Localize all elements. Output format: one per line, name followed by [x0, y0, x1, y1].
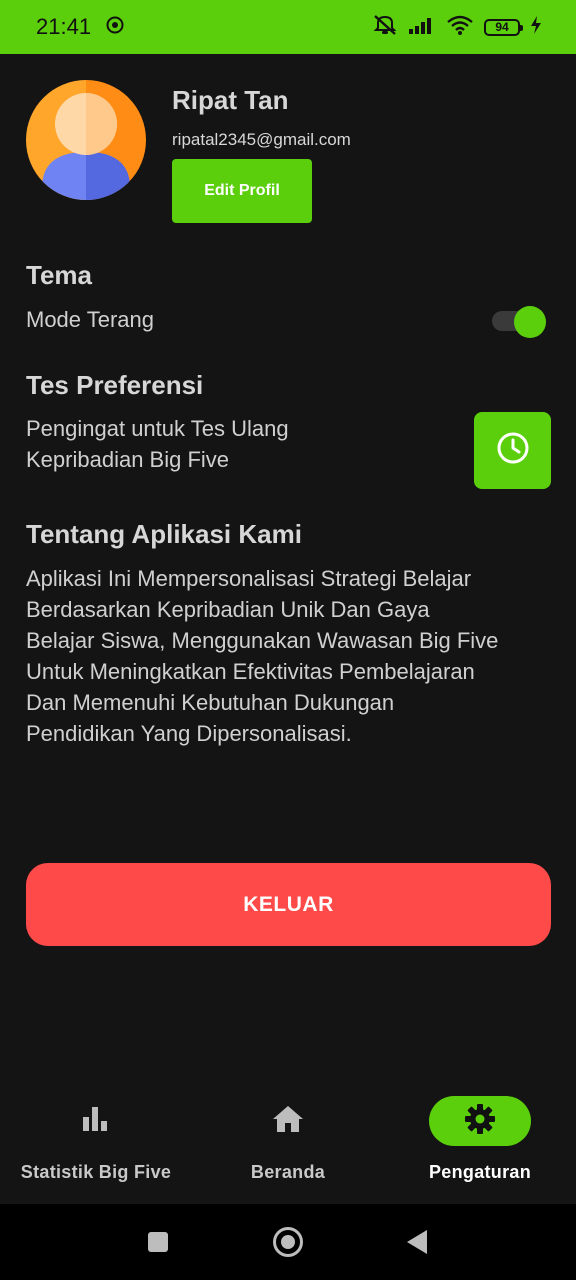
edit-profile-button[interactable]: Edit Profil: [172, 159, 312, 223]
nav-item-beranda[interactable]: Beranda: [192, 1078, 384, 1204]
clock-icon: [496, 431, 530, 470]
mute-icon: [372, 14, 398, 41]
about-title: Tentang Aplikasi Kami: [26, 519, 302, 549]
profile-name: Ripat Tan: [172, 85, 289, 115]
reminder-line-1: Pengingat untuk Tes Ulang: [26, 416, 289, 441]
reminder-text: Pengingat untuk Tes Ulang Kepribadian Bi…: [26, 413, 289, 475]
toggle-thumb: [514, 306, 546, 338]
nav-item-statistik[interactable]: Statistik Big Five: [0, 1078, 192, 1204]
nav-icon-wrap: [237, 1096, 339, 1146]
system-navigation-bar: [0, 1204, 576, 1280]
about-line: Aplikasi Ini Mempersonalisasi Strategi B…: [26, 566, 472, 591]
home-icon: [272, 1105, 304, 1138]
recent-apps-button[interactable]: [147, 1231, 169, 1258]
nav-icon-wrap: [45, 1096, 147, 1146]
nav-icon-wrap-active: [429, 1096, 531, 1146]
charging-icon: [530, 15, 542, 39]
nav-label-beranda: Beranda: [250, 1162, 326, 1182]
reminder-line-2: Kepribadian Big Five: [26, 447, 230, 472]
status-time: 21:41: [36, 14, 92, 39]
about-line: Untuk Meningkatkan Efektivitas Pembelaja…: [26, 659, 475, 684]
back-button[interactable]: [405, 1229, 429, 1260]
theme-title: Tema: [26, 260, 92, 290]
signal-icon: [408, 15, 436, 40]
gear-icon: [464, 1103, 496, 1140]
status-bar: 21:41 94: [0, 0, 576, 54]
about-line: Pendidikan Yang Dipersonalisasi.: [26, 721, 352, 746]
home-button[interactable]: [272, 1226, 304, 1263]
preference-title: Tes Preferensi: [26, 370, 204, 400]
reminder-clock-button[interactable]: [474, 412, 551, 489]
avatar: [26, 80, 146, 200]
profile-email: ripatal2345@gmail.com: [172, 130, 351, 149]
battery-icon: 94: [484, 18, 523, 36]
about-line: Dan Memenuhi Kebutuhan Dukungan: [26, 690, 395, 715]
logout-button[interactable]: KELUAR: [26, 863, 551, 946]
about-line: Berdasarkan Kepribadian Unik Dan Gaya: [26, 597, 430, 622]
whatsapp-icon: [105, 15, 125, 40]
bar-chart-icon: [81, 1105, 111, 1138]
nav-label-pengaturan: Pengaturan: [428, 1162, 532, 1182]
wifi-icon: [446, 14, 474, 41]
bottom-nav: Statistik Big Five Beranda Pengaturan: [0, 1078, 576, 1204]
nav-item-pengaturan[interactable]: Pengaturan: [384, 1078, 576, 1204]
theme-mode-label: Mode Terang: [26, 307, 155, 332]
about-description: Aplikasi Ini Mempersonalisasi Strategi B…: [26, 563, 498, 749]
nav-label-statistik: Statistik Big Five: [20, 1162, 172, 1182]
theme-toggle[interactable]: [492, 306, 546, 338]
about-line: Belajar Siswa, Menggunakan Wawasan Big F…: [26, 628, 499, 653]
